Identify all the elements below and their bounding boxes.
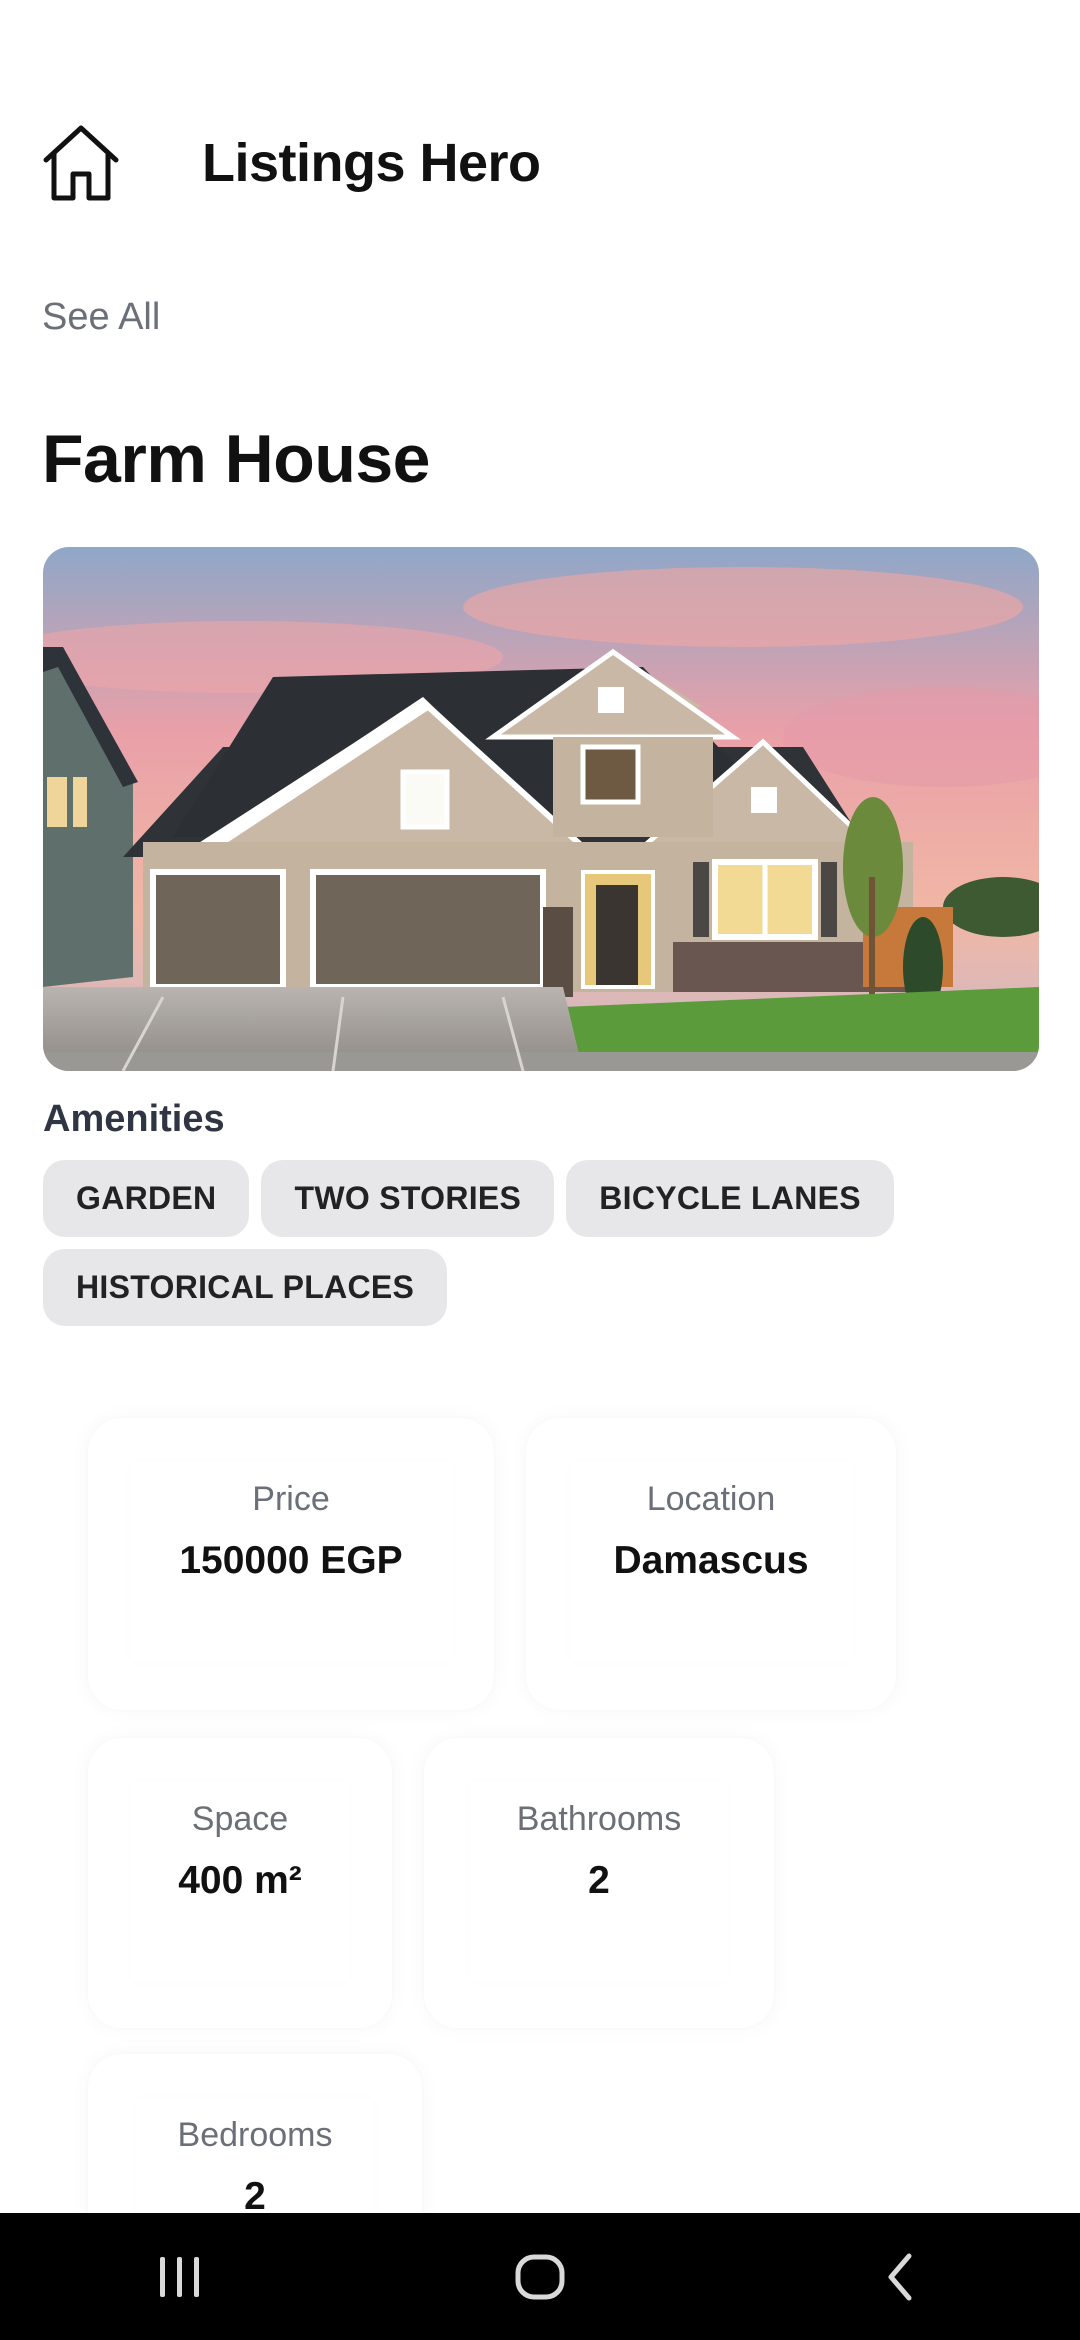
listing-title: Farm House [42, 421, 431, 497]
home-nav-button[interactable] [480, 2227, 600, 2327]
location-label: Location [646, 1480, 776, 1518]
bathrooms-card: Bathrooms 2 [424, 1738, 774, 2028]
price-card-content: Price 150000 EGP [130, 1462, 452, 1662]
recents-icon [160, 2256, 199, 2297]
house-photo[interactable] [43, 547, 1039, 1071]
app-title: Listings Hero [202, 133, 541, 193]
space-label: Space [191, 1800, 289, 1838]
home-icon[interactable] [40, 122, 122, 204]
bathrooms-value: 2 [588, 1859, 610, 1902]
price-value: 150000 EGP [179, 1539, 403, 1582]
amenities-heading: Amenities [43, 1098, 225, 1140]
location-value: Damascus [613, 1539, 809, 1582]
price-label: Price [252, 1480, 330, 1518]
space-card-content: Space 400 m² [131, 1782, 349, 1982]
system-nav-bar [0, 2213, 1080, 2340]
amenity-chip-bicycle-lanes[interactable]: BICYCLE LANES [566, 1160, 894, 1237]
home-circle-icon [515, 2254, 565, 2299]
space-card: Space 400 m² [88, 1738, 392, 2028]
recents-button[interactable] [120, 2227, 240, 2327]
bedrooms-label: Bedrooms [177, 2116, 333, 2154]
space-value: 400 m² [178, 1859, 302, 1902]
amenity-chip-garden[interactable]: GARDEN [43, 1160, 250, 1237]
amenities-chip-list: GARDEN TWO STORIES BICYCLE LANES HISTORI… [43, 1160, 1043, 1326]
price-card: Price 150000 EGP [88, 1418, 494, 1710]
location-card: Location Damascus [526, 1418, 896, 1710]
see-all-link[interactable]: See All [42, 296, 160, 339]
location-card-content: Location Damascus [570, 1462, 852, 1662]
back-button[interactable] [840, 2227, 960, 2327]
app-header: Listings Hero [40, 122, 541, 204]
amenity-chip-historical-places[interactable]: HISTORICAL PLACES [43, 1249, 448, 1326]
bathrooms-card-content: Bathrooms 2 [470, 1782, 728, 1982]
back-icon [888, 2253, 912, 2300]
amenity-chip-two-stories[interactable]: TWO STORIES [261, 1160, 555, 1237]
bathrooms-label: Bathrooms [516, 1800, 682, 1838]
listings-screen: Listings Hero See All Farm House Ameniti… [0, 0, 1080, 2340]
